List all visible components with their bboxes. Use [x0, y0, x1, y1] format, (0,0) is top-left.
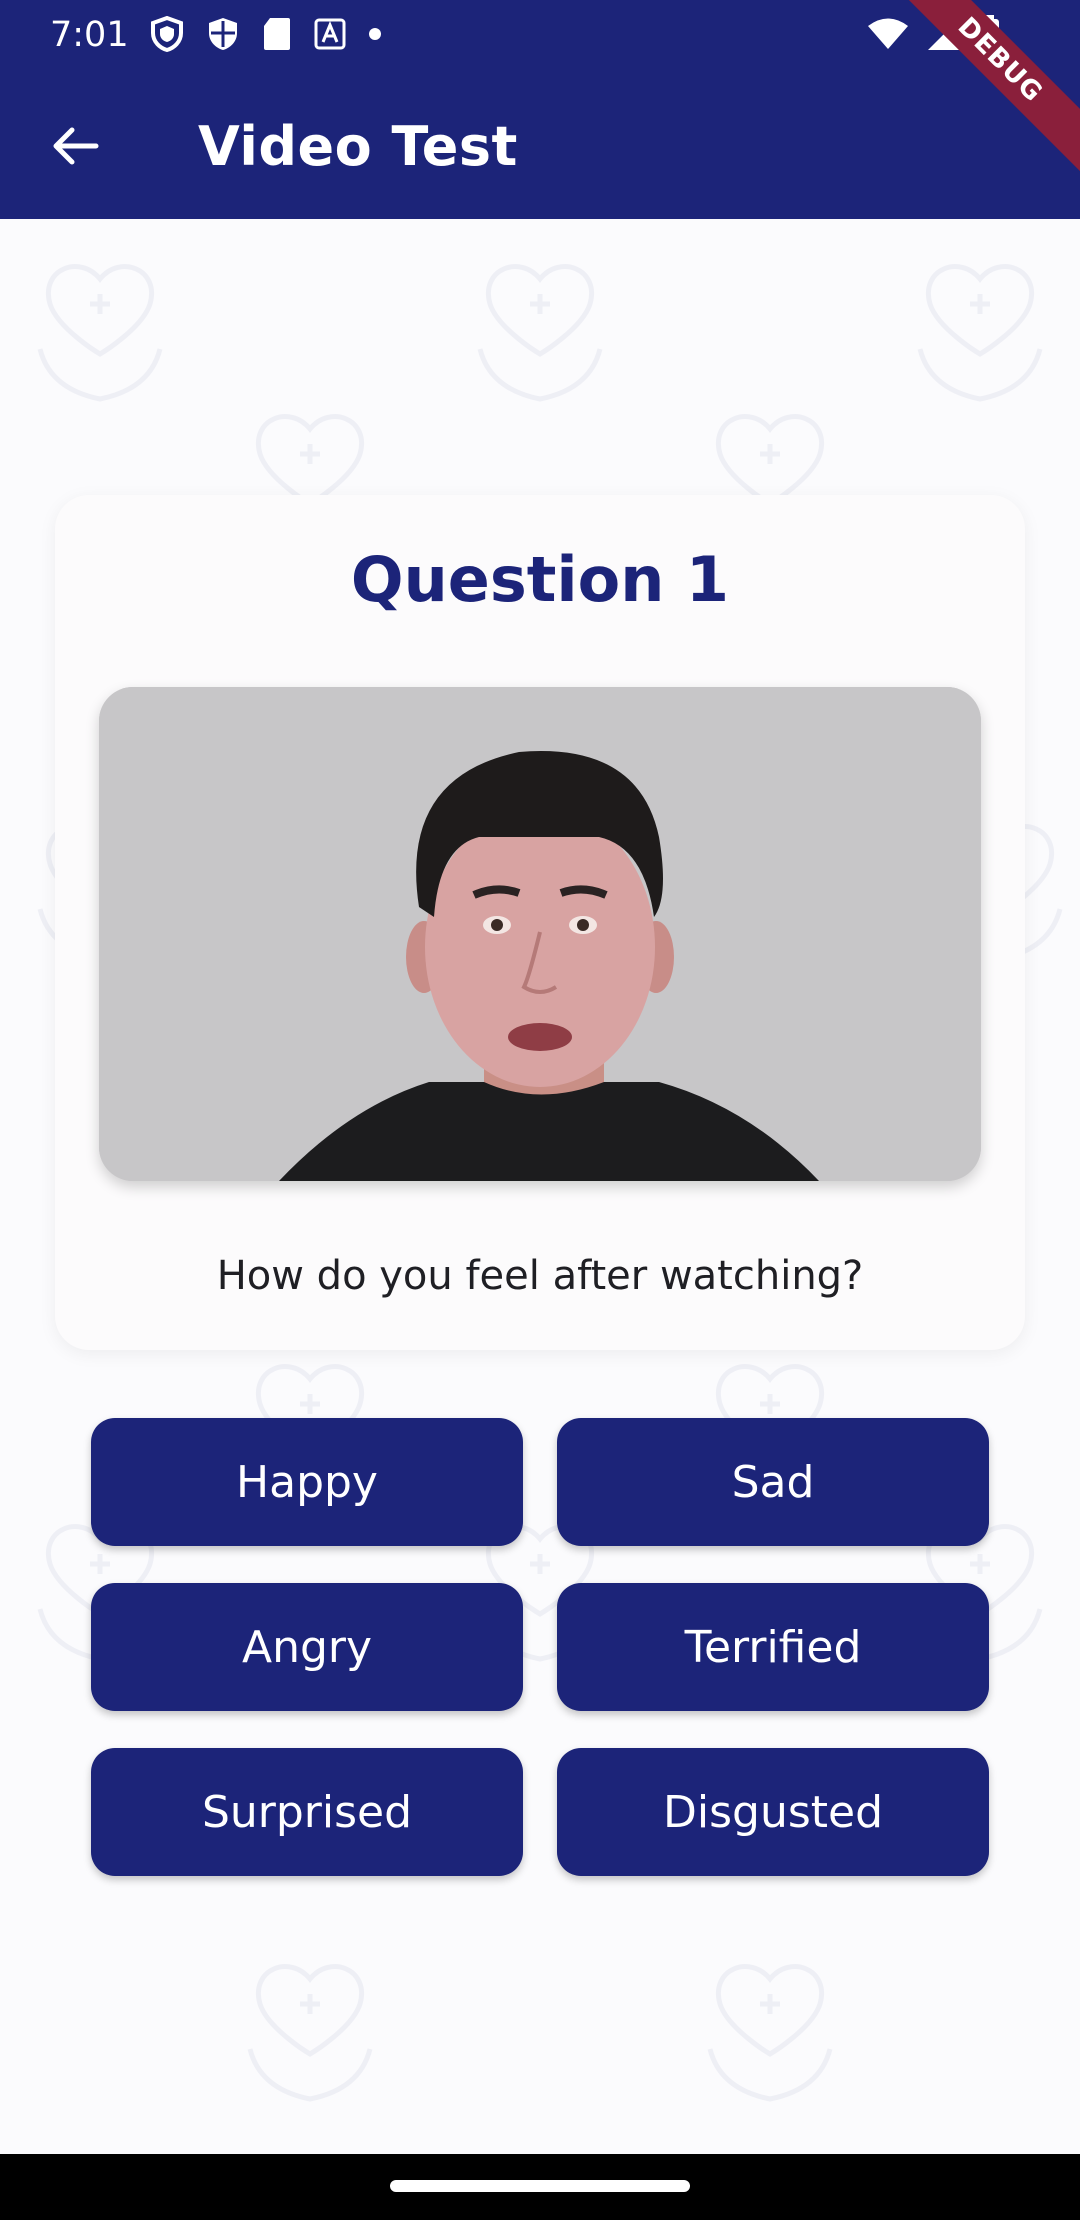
status-icons-left [150, 14, 382, 54]
status-time: 7:01 [50, 15, 129, 55]
home-indicator[interactable] [390, 2180, 690, 2192]
video-player[interactable] [99, 687, 981, 1181]
page-title: Video Test [198, 115, 518, 178]
question-prompt: How do you feel after watching? [216, 1253, 864, 1299]
system-nav-bar [0, 2154, 1080, 2220]
answer-button-sad[interactable]: Sad [557, 1418, 989, 1546]
arrow-left-icon [53, 127, 99, 165]
app-bar: 7:01 Video Test [0, 0, 1080, 219]
question-title: Question 1 [350, 543, 730, 616]
shield-icon [151, 16, 183, 52]
answer-button-angry[interactable]: Angry [91, 1583, 523, 1711]
answer-button-happy[interactable]: Happy [91, 1418, 523, 1546]
dot-icon [369, 28, 381, 40]
text-a-icon [314, 18, 346, 50]
question-card: Question 1 How do you feel after watchin… [55, 495, 1025, 1350]
answer-button-surprised[interactable]: Surprised [91, 1748, 523, 1876]
video-frame [99, 687, 981, 1181]
answer-button-terrified[interactable]: Terrified [557, 1583, 989, 1711]
sd-card-icon [264, 18, 290, 50]
wifi-icon [868, 18, 908, 49]
answer-options: Happy Sad Angry Terrified Surprised Disg… [91, 1418, 989, 1876]
answer-button-disgusted[interactable]: Disgusted [557, 1748, 989, 1876]
shield-icon [209, 18, 237, 50]
back-button[interactable] [40, 110, 112, 182]
